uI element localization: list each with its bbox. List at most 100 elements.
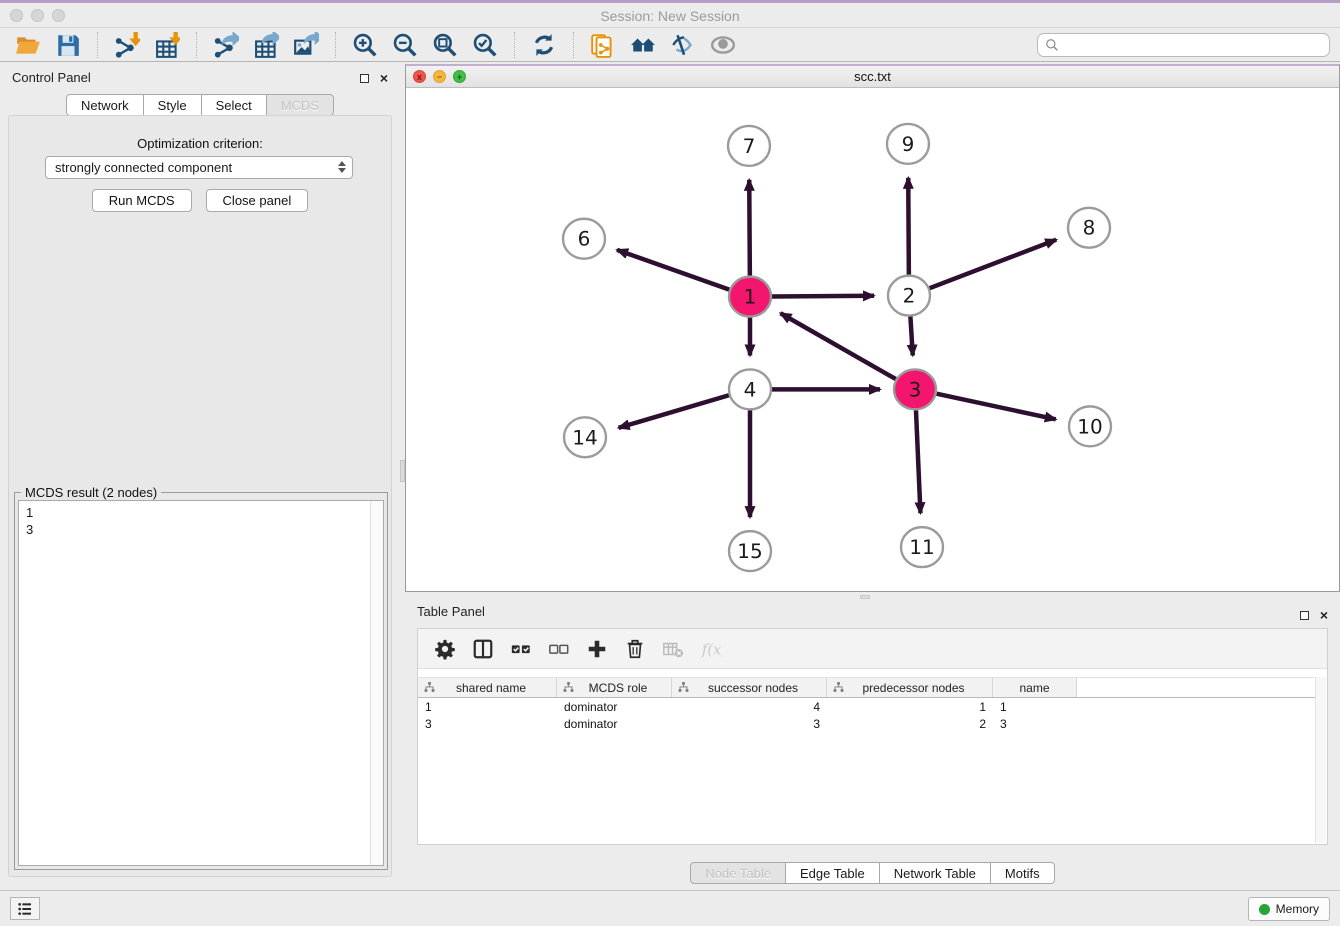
search-box[interactable] (1037, 33, 1330, 57)
edge-1-6[interactable] (617, 250, 729, 290)
close-panel-button[interactable]: Close panel (206, 189, 309, 212)
zoom-fit-icon[interactable] (430, 31, 460, 59)
show-all-icon (708, 31, 738, 59)
tab-node-table[interactable]: Node Table (690, 862, 786, 884)
table-panel-title: Table Panel (417, 604, 485, 619)
edge-3-1[interactable] (780, 313, 895, 379)
show-panels-button[interactable] (10, 897, 40, 920)
column-header-predecessor-nodes[interactable]: predecessor nodes (827, 678, 993, 697)
tab-network-table[interactable]: Network Table (880, 862, 991, 884)
node-6[interactable]: 6 (563, 219, 605, 259)
select-all-rows-icon[interactable] (507, 635, 535, 663)
memory-label: Memory (1276, 902, 1319, 916)
node-1[interactable]: 1 (729, 277, 771, 317)
network-canvas[interactable]: 7 9 6 8 1 2 4 3 14 10 15 11 (406, 88, 1339, 591)
mcds-result-group: MCDS result (2 nodes) 1 3 (14, 492, 388, 870)
result-scrollbar[interactable] (370, 501, 383, 865)
mcds-result-text[interactable]: 1 3 (18, 500, 384, 866)
import-table-icon[interactable] (152, 31, 182, 59)
edge-4-14[interactable] (619, 395, 729, 428)
node-3[interactable]: 3 (894, 369, 936, 409)
table-cell: 3 (993, 717, 1077, 731)
node-9[interactable]: 9 (887, 124, 929, 164)
table-panel-close-button[interactable]: × (1316, 608, 1332, 622)
node-7[interactable]: 7 (728, 126, 770, 166)
tab-motifs[interactable]: Motifs (991, 862, 1055, 884)
control-panel-title: Control Panel (12, 70, 91, 85)
new-network-from-selection-icon[interactable] (588, 31, 618, 59)
table-cell: 1 (418, 700, 557, 714)
edge-2-9[interactable] (908, 178, 909, 275)
node-table-block: shared nameMCDS rolesuccessor nodesprede… (417, 628, 1328, 845)
table-cell: dominator (557, 717, 672, 731)
deselect-all-rows-icon[interactable] (545, 635, 573, 663)
add-column-icon[interactable] (583, 635, 611, 663)
open-file-icon[interactable] (13, 31, 43, 59)
svg-text:9: 9 (902, 132, 915, 156)
toolbar-separator (573, 32, 574, 58)
table-settings-icon[interactable] (431, 635, 459, 663)
horizontal-splitter[interactable] (860, 595, 870, 599)
control-panel-close-button[interactable]: × (376, 71, 392, 85)
edge-3-10[interactable] (937, 394, 1056, 420)
edge-1-7[interactable] (749, 180, 750, 276)
save-session-icon[interactable] (53, 31, 83, 59)
hide-selected-icon[interactable] (668, 31, 698, 59)
tab-select[interactable]: Select (202, 94, 267, 116)
svg-text:8: 8 (1083, 216, 1096, 240)
node-2[interactable]: 2 (888, 276, 930, 316)
node-10[interactable]: 10 (1069, 406, 1111, 446)
column-header-shared-name[interactable]: shared name (418, 678, 557, 697)
tab-network[interactable]: Network (66, 94, 144, 116)
first-neighbors-icon[interactable] (628, 31, 658, 59)
column-header-name[interactable]: name (993, 678, 1077, 697)
column-header-successor-nodes[interactable]: successor nodes (672, 678, 827, 697)
table-scrollbar[interactable] (1315, 677, 1326, 843)
table-cell: 3 (418, 717, 557, 731)
import-network-icon[interactable] (112, 31, 142, 59)
zoom-selected-icon[interactable] (470, 31, 500, 59)
criterion-select[interactable]: strongly connected component (45, 156, 353, 179)
column-visibility-icon[interactable] (469, 635, 497, 663)
zoom-in-icon[interactable] (350, 31, 380, 59)
tab-style[interactable]: Style (144, 94, 202, 116)
table-panel-float-button[interactable] (1296, 608, 1312, 622)
export-image-icon[interactable] (291, 31, 321, 59)
table-row[interactable]: 3dominator323 (418, 715, 1315, 732)
node-8[interactable]: 8 (1068, 208, 1110, 248)
list-icon (17, 901, 33, 917)
zoom-out-icon[interactable] (390, 31, 420, 59)
toolbar-separator (335, 32, 336, 58)
search-input[interactable] (1064, 38, 1322, 53)
tab-mcds[interactable]: MCDS (267, 94, 334, 116)
control-panel-float-button[interactable] (356, 71, 372, 85)
table-cell: 1 (827, 700, 993, 714)
node-14[interactable]: 14 (564, 417, 606, 457)
delete-column-icon[interactable] (621, 635, 649, 663)
table-cell: 3 (672, 717, 827, 731)
export-table-icon[interactable] (251, 31, 281, 59)
column-header-MCDS-role[interactable]: MCDS role (557, 678, 672, 697)
tab-edge-table[interactable]: Edge Table (786, 862, 880, 884)
edge-1-2[interactable] (772, 296, 874, 297)
network-window-titlebar[interactable]: x − + scc.txt (406, 66, 1339, 88)
hierarchy-icon (832, 681, 845, 694)
table-row[interactable]: 1dominator411 (418, 698, 1315, 715)
run-mcds-button[interactable]: Run MCDS (92, 189, 192, 212)
edge-3-11[interactable] (916, 410, 920, 513)
edge-2-3[interactable] (910, 317, 912, 356)
export-network-icon[interactable] (211, 31, 241, 59)
network-graph[interactable]: 7 9 6 8 1 2 4 3 14 10 15 11 (406, 88, 1339, 591)
node-15[interactable]: 15 (729, 531, 771, 571)
toolbar-separator (196, 32, 197, 58)
apply-layout-icon[interactable] (529, 31, 559, 59)
edge-2-8[interactable] (930, 240, 1057, 288)
svg-text:10: 10 (1077, 414, 1102, 438)
table-cell: 2 (827, 717, 993, 731)
node-11[interactable]: 11 (901, 527, 943, 567)
delete-table-icon (659, 635, 687, 663)
network-view-window: x − + scc.txt 7 9 6 8 1 2 4 3 14 10 15 11 (405, 64, 1340, 592)
criterion-selected-value: strongly connected component (55, 160, 232, 175)
node-4[interactable]: 4 (729, 369, 771, 409)
memory-button[interactable]: Memory (1248, 897, 1330, 921)
